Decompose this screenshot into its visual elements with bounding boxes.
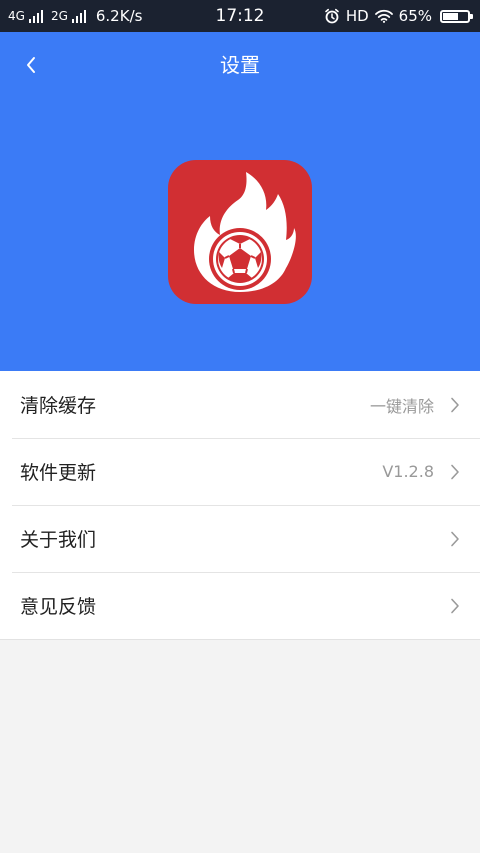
network-type-2: 2G [50, 9, 68, 23]
clear-cache-value: 一键清除 [369, 396, 434, 416]
battery-level [443, 12, 458, 20]
feedback-label: 意见反馈 [20, 596, 97, 618]
clear-cache-label: 清除缓存 [20, 395, 97, 417]
status-bar-left: 4G 2G 6.2K/s [8, 7, 324, 25]
network-type-1: 4G [8, 9, 25, 23]
network-speed: 6.2K/s [95, 7, 143, 25]
chevron-right-icon [451, 598, 459, 613]
hd-indicator: HD [345, 7, 369, 25]
flaming-soccer-ball-icon [194, 172, 296, 292]
chevron-right-icon [451, 397, 459, 412]
settings-list: 清除缓存 一键清除 软件更新 V1.2.8 关于我们 意见反馈 [0, 371, 480, 640]
status-bar: 4G 2G 6.2K/s 17:12 HD 65% [0, 0, 480, 32]
clear-cache-row[interactable]: 清除缓存 一键清除 [0, 371, 480, 438]
about-us-row[interactable]: 关于我们 [0, 505, 480, 572]
header: 设置 [0, 32, 480, 371]
version-value: V1.2.8 [382, 462, 434, 481]
alarm-clock-icon [325, 8, 339, 24]
status-bar-right: HD 65% [324, 7, 473, 25]
chevron-right-icon [451, 464, 459, 479]
wifi-icon [374, 9, 393, 23]
chevron-right-icon [451, 531, 459, 546]
battery-percent: 65% [398, 7, 432, 25]
software-update-label: 软件更新 [20, 462, 97, 484]
signal-strength-icon [71, 9, 86, 23]
software-update-row[interactable]: 软件更新 V1.2.8 [0, 438, 480, 505]
about-us-label: 关于我们 [20, 529, 97, 551]
page-title: 设置 [220, 53, 260, 77]
feedback-row[interactable]: 意见反馈 [0, 572, 480, 639]
battery-icon [440, 9, 473, 23]
signal-strength-icon [28, 9, 43, 23]
app-logo [168, 160, 312, 304]
